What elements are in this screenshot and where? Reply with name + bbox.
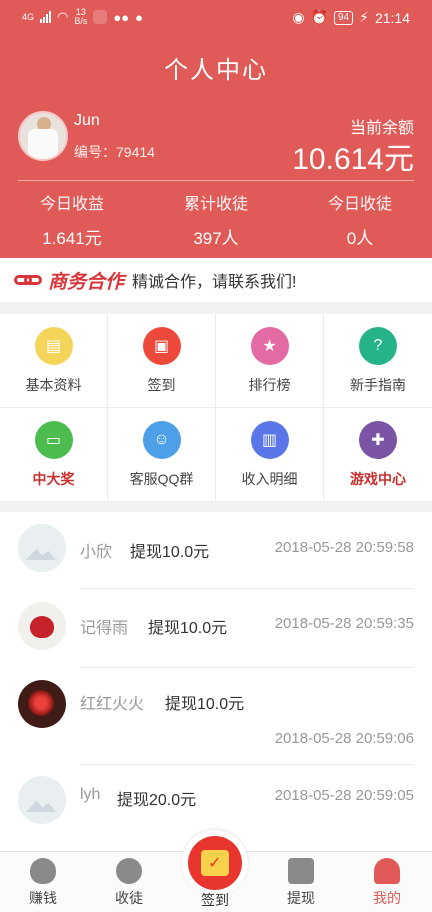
grid-item-jackpot[interactable]: ▭ 中大奖	[0, 408, 108, 502]
nav-apprentice[interactable]: 收徒	[86, 852, 172, 912]
user-id: 编号：79414	[74, 144, 155, 160]
grid-item-qq-group[interactable]: ☺ 客服QQ群	[108, 408, 216, 502]
users-icon	[116, 858, 142, 884]
stat-total-apprentices: 累计收徒 397人	[144, 190, 288, 249]
message-icon: ●	[135, 9, 143, 25]
list-item: 红红火火 提现10.0元 2018-05-28 20:59:06	[0, 676, 432, 762]
stat-label: 今日收徒	[327, 196, 392, 213]
wechat-icon: ●●	[113, 9, 130, 25]
question-icon: ?	[359, 326, 397, 365]
withdraw-time: 2018-05-28 20:59:06	[274, 730, 414, 747]
nav-earn[interactable]: 赚钱	[0, 852, 86, 912]
grid-item-basic-info[interactable]: ▤ 基本资料	[0, 314, 108, 408]
business-banner[interactable]: 商务合作 精诚合作，请联系我们!	[0, 258, 432, 302]
network-label: 4G	[22, 12, 35, 22]
divider	[80, 588, 414, 589]
money-bag-icon	[30, 858, 56, 884]
username: Jun	[74, 112, 100, 129]
handshake-icon	[14, 269, 44, 291]
nav-withdraw[interactable]: 提现	[258, 852, 344, 912]
stars-icon: ★	[250, 326, 289, 365]
wallet-icon: ▭	[34, 420, 73, 459]
stat-label: 今日收益	[39, 196, 104, 213]
wifi-icon: ◠	[57, 9, 69, 24]
stat-label: 累计收徒	[183, 196, 248, 213]
stat-value: 0人	[346, 229, 374, 248]
balance-value: 10.614元	[292, 143, 414, 176]
status-bar: 4G ◠ 13 B/s ●● ● ◉ ⏰ 94 ⚡ 21:14	[0, 0, 432, 36]
grid-item-income-details[interactable]: ▥ 收入明细	[216, 408, 324, 502]
stat-today-earnings: 今日收益 1.641元	[0, 190, 144, 249]
document-icon: ▤	[34, 326, 73, 365]
checkin-button[interactable]	[182, 830, 248, 896]
grid-item-label: 客服QQ群	[129, 470, 194, 487]
network-speed: 13 B/s	[74, 7, 88, 26]
grid-item-label: 基本资料	[25, 376, 82, 393]
nav-mine[interactable]: 我的	[344, 852, 430, 912]
divider	[80, 667, 414, 668]
clock-time: 21:14	[374, 9, 410, 26]
divider	[80, 764, 414, 765]
grid-item-label: 游戏中心	[350, 470, 406, 487]
withdraw-time: 2018-05-28 20:59:58	[274, 539, 414, 556]
qq-icon: ☺	[142, 420, 181, 459]
page-title: 个人中心	[164, 57, 268, 84]
business-brand: 商务合作	[48, 271, 125, 293]
withdrawal-list: 小欣 提现10.0元 2018-05-28 20:59:58 记得雨 提现10.…	[0, 512, 432, 852]
withdraw-time: 2018-05-28 20:59:35	[274, 615, 414, 632]
gamepad-icon: ✚	[359, 420, 397, 459]
withdraw-amount: 提现10.0元	[130, 544, 210, 561]
checkin-button-inner	[188, 836, 242, 890]
nav-label: 提现	[287, 890, 315, 906]
stat-today-apprentices: 今日收徒 0人	[288, 190, 432, 249]
withdraw-amount: 提现10.0元	[165, 696, 245, 713]
grid-item-label: 中大奖	[32, 470, 75, 487]
signal-icon	[40, 11, 52, 23]
withdraw-user-name: 记得雨	[80, 620, 129, 637]
list-item: 记得雨 提现10.0元 2018-05-28 20:59:35	[0, 596, 432, 666]
withdraw-amount: 提现20.0元	[117, 792, 197, 809]
avatar	[18, 680, 66, 728]
calendar-icon: ▣	[142, 326, 181, 365]
eye-icon: ◉	[292, 9, 305, 25]
nav-label: 赚钱	[29, 890, 57, 906]
grid-item-label: 排行榜	[248, 376, 291, 393]
withdraw-user-name: 红红火火	[80, 696, 145, 713]
nav-label: 收徒	[115, 890, 143, 906]
divider	[18, 180, 414, 181]
grid-item-checkin[interactable]: ▣ 签到	[108, 314, 216, 408]
profile-header: 个人中心 Jun 编号：79414 当前余额 10.614元 今日收益 1.64…	[0, 36, 432, 258]
grid-item-label: 新手指南	[350, 376, 406, 393]
app-notification-icon	[93, 10, 108, 24]
grid-item-guide[interactable]: ? 新手指南	[324, 314, 432, 408]
grid-item-game-center[interactable]: ✚ 游戏中心	[324, 408, 432, 502]
ledger-icon: ▥	[250, 420, 289, 459]
avatar	[18, 602, 66, 650]
grid-item-label: 签到	[147, 376, 176, 393]
alarm-icon: ⏰	[310, 9, 328, 25]
nav-checkin-label: 签到	[201, 892, 229, 908]
grid-item-leaderboard[interactable]: ★ 排行榜	[216, 314, 324, 408]
feature-grid: ▤ 基本资料 ▣ 签到 ★ 排行榜 ? 新手指南 ▭ 中大奖 ☺ 客服QQ群 ▥…	[0, 314, 432, 502]
battery-level: 94	[333, 10, 354, 25]
nav-label: 我的	[373, 890, 401, 906]
withdraw-amount: 提现10.0元	[148, 620, 228, 637]
avatar	[18, 776, 66, 824]
stat-value: 1.641元	[42, 229, 102, 248]
avatar	[18, 524, 66, 572]
calendar-check-icon	[201, 850, 229, 876]
avatar[interactable]	[18, 111, 68, 161]
withdraw-time: 2018-05-28 20:59:05	[274, 787, 414, 804]
grid-item-label: 收入明细	[241, 470, 298, 487]
stat-value: 397人	[193, 229, 239, 248]
business-slogan: 精诚合作，请联系我们!	[132, 274, 297, 291]
list-item: 小欣 提现10.0元 2018-05-28 20:59:58	[0, 518, 432, 588]
withdraw-user-name: 小欣	[80, 544, 113, 561]
withdraw-user-name: lyh	[80, 786, 101, 803]
wallet-icon	[288, 858, 314, 884]
charging-icon: ⚡	[359, 9, 369, 25]
user-icon	[374, 858, 400, 884]
